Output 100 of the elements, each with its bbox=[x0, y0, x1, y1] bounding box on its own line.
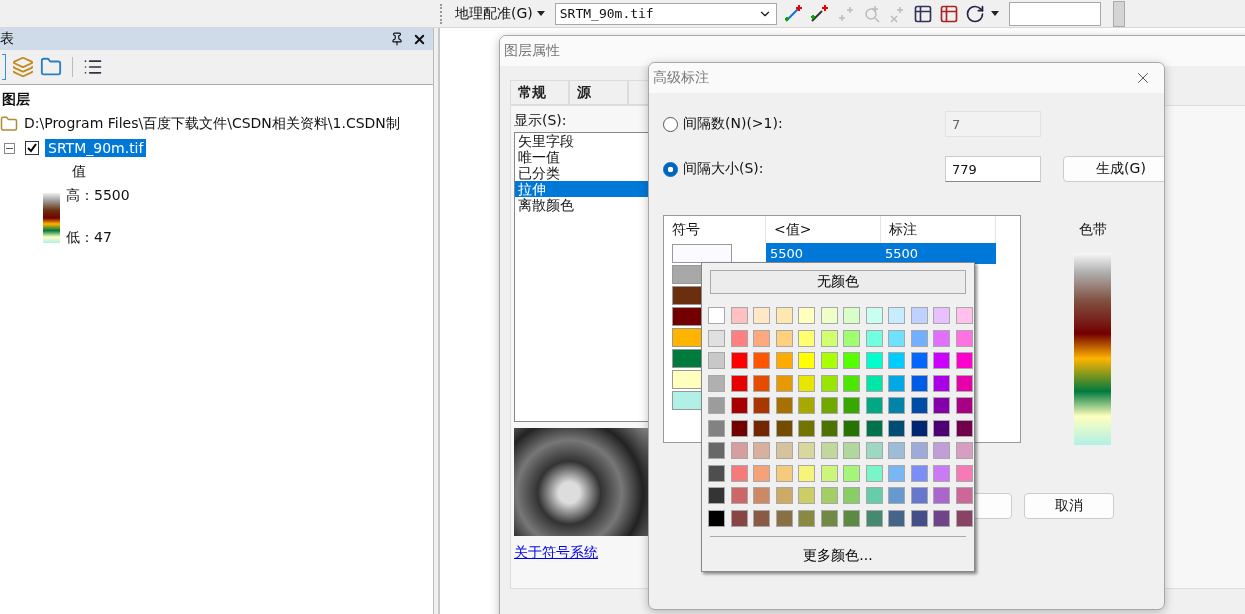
color-swatch[interactable] bbox=[753, 374, 770, 392]
color-swatch[interactable] bbox=[843, 442, 860, 459]
color-swatch[interactable] bbox=[820, 329, 838, 347]
color-swatch[interactable] bbox=[910, 464, 928, 482]
color-swatch[interactable] bbox=[775, 509, 793, 527]
color-swatch[interactable] bbox=[708, 397, 725, 414]
color-swatch[interactable] bbox=[730, 329, 748, 347]
color-swatch[interactable] bbox=[933, 464, 950, 482]
color-swatch[interactable] bbox=[798, 442, 815, 459]
no-color-button[interactable]: 无颜色 bbox=[710, 270, 966, 294]
color-swatch[interactable] bbox=[865, 329, 883, 347]
color-swatch[interactable] bbox=[798, 307, 815, 324]
color-swatch[interactable] bbox=[888, 352, 905, 369]
color-swatch[interactable] bbox=[888, 464, 905, 482]
layer-select[interactable]: SRTM_90m.tif bbox=[554, 2, 777, 25]
color-swatch[interactable] bbox=[910, 419, 928, 437]
color-swatch[interactable] bbox=[753, 487, 770, 504]
color-swatch[interactable] bbox=[820, 419, 838, 437]
color-swatch[interactable] bbox=[730, 509, 748, 527]
color-swatch[interactable] bbox=[910, 509, 928, 527]
color-swatch[interactable] bbox=[820, 487, 838, 504]
color-swatch[interactable] bbox=[888, 397, 905, 414]
color-swatch[interactable] bbox=[753, 307, 770, 324]
selected-tool-frame[interactable] bbox=[2, 54, 6, 80]
cancel-button[interactable]: 取消 bbox=[1024, 493, 1114, 519]
color-swatch[interactable] bbox=[888, 419, 905, 437]
color-swatch[interactable] bbox=[955, 419, 973, 437]
color-swatch[interactable] bbox=[843, 419, 860, 437]
color-swatch[interactable] bbox=[955, 442, 973, 459]
color-swatch[interactable] bbox=[888, 329, 905, 347]
color-swatch[interactable] bbox=[910, 487, 928, 504]
color-swatch[interactable] bbox=[820, 307, 838, 324]
toolbar-options-button[interactable] bbox=[1112, 0, 1125, 27]
tab[interactable]: 源 bbox=[569, 80, 628, 105]
color-swatch[interactable] bbox=[730, 487, 748, 504]
radio-button[interactable] bbox=[663, 161, 678, 177]
color-swatch[interactable] bbox=[708, 464, 725, 482]
color-swatch[interactable] bbox=[775, 464, 793, 482]
color-swatch[interactable] bbox=[753, 419, 770, 437]
color-swatch[interactable] bbox=[753, 509, 770, 527]
color-swatch[interactable] bbox=[955, 487, 973, 504]
color-swatch[interactable] bbox=[933, 397, 950, 414]
color-swatch[interactable] bbox=[955, 374, 973, 392]
color-swatch[interactable] bbox=[775, 397, 793, 414]
color-swatch[interactable] bbox=[708, 329, 725, 347]
color-swatch[interactable] bbox=[798, 397, 815, 414]
input-field[interactable] bbox=[1008, 1, 1101, 26]
color-swatch[interactable] bbox=[843, 397, 860, 414]
color-swatch[interactable] bbox=[730, 352, 748, 369]
color-swatch[interactable] bbox=[933, 352, 950, 369]
color-swatch[interactable] bbox=[798, 329, 815, 347]
color-swatch[interactable] bbox=[955, 464, 973, 482]
color-swatch[interactable] bbox=[753, 397, 770, 414]
tab[interactable]: 常规 bbox=[510, 80, 569, 105]
add-point-icon[interactable] bbox=[782, 3, 803, 24]
color-swatch[interactable] bbox=[933, 329, 950, 347]
color-swatch[interactable] bbox=[820, 442, 838, 459]
color-swatch[interactable] bbox=[865, 397, 883, 414]
color-swatch[interactable] bbox=[888, 307, 905, 324]
color-swatch[interactable] bbox=[888, 374, 905, 392]
color-swatch[interactable] bbox=[865, 487, 883, 504]
color-swatch[interactable] bbox=[798, 487, 815, 504]
color-swatch[interactable] bbox=[955, 509, 973, 527]
color-swatch[interactable] bbox=[775, 374, 793, 392]
color-swatch[interactable] bbox=[753, 329, 770, 347]
color-swatch[interactable] bbox=[708, 419, 725, 437]
color-swatch[interactable] bbox=[708, 442, 725, 459]
color-swatch[interactable] bbox=[708, 352, 725, 369]
color-swatch[interactable] bbox=[708, 509, 725, 527]
color-swatch[interactable] bbox=[955, 352, 973, 369]
color-swatch[interactable] bbox=[708, 374, 725, 392]
table-row[interactable]: 5500 5500 bbox=[766, 243, 996, 264]
color-swatch[interactable] bbox=[888, 509, 905, 527]
color-swatch[interactable] bbox=[910, 374, 928, 392]
help-link[interactable]: 关于符号系统 bbox=[514, 544, 598, 562]
symbol-swatch[interactable] bbox=[672, 244, 732, 263]
color-swatch[interactable] bbox=[933, 419, 950, 437]
input-field[interactable]: 779 bbox=[945, 156, 1041, 182]
color-swatch[interactable] bbox=[775, 307, 793, 324]
pin-icon[interactable] bbox=[390, 32, 404, 46]
list-icon[interactable] bbox=[83, 57, 103, 77]
color-swatch[interactable] bbox=[775, 442, 793, 459]
color-swatch[interactable] bbox=[730, 397, 748, 414]
color-swatch[interactable] bbox=[708, 487, 725, 504]
color-swatch[interactable] bbox=[865, 307, 883, 324]
color-swatch[interactable] bbox=[843, 509, 860, 527]
generate-button[interactable]: 生成(G) bbox=[1063, 156, 1164, 182]
color-swatch[interactable] bbox=[865, 352, 883, 369]
color-swatch[interactable] bbox=[843, 487, 860, 504]
more-colors-button[interactable]: 更多颜色... bbox=[799, 544, 877, 567]
color-swatch[interactable] bbox=[753, 442, 770, 459]
color-swatch[interactable] bbox=[910, 329, 928, 347]
color-swatch[interactable] bbox=[753, 464, 770, 482]
color-swatch[interactable] bbox=[843, 464, 860, 482]
folder-path[interactable]: D:\Program Files\百度下载文件\CSDN相关资料\1.CSDN制 bbox=[24, 115, 400, 133]
color-swatch[interactable] bbox=[888, 442, 905, 459]
color-swatch[interactable] bbox=[798, 352, 815, 369]
color-swatch[interactable] bbox=[820, 464, 838, 482]
color-swatch[interactable] bbox=[775, 329, 793, 347]
layer-checkbox[interactable] bbox=[25, 141, 39, 155]
